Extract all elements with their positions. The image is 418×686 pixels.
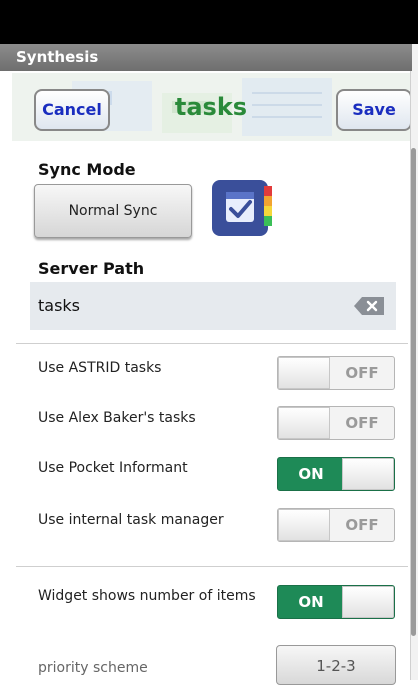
toggle-astrid-tasks[interactable]: OFF xyxy=(277,356,395,390)
priority-scheme-button[interactable]: 1-2-3 xyxy=(276,645,396,685)
toggle-state-text: OFF xyxy=(345,364,379,382)
option-label-astrid: Use ASTRID tasks xyxy=(38,360,162,376)
divider xyxy=(16,566,408,567)
calendar-check-icon[interactable] xyxy=(212,178,274,238)
clear-text-icon[interactable] xyxy=(354,297,384,315)
divider xyxy=(16,343,408,344)
app-title-bar: Synthesis xyxy=(0,44,412,71)
status-bar xyxy=(0,0,418,44)
toggle-state-text: OFF xyxy=(345,414,379,432)
option-label-pocket-informant: Use Pocket Informant xyxy=(38,460,188,476)
toggle-knob xyxy=(342,586,394,618)
server-path-value: tasks xyxy=(38,296,81,315)
sync-mode-button[interactable]: Normal Sync xyxy=(34,184,192,238)
app-title: Synthesis xyxy=(16,48,99,66)
server-path-label: Server Path xyxy=(38,259,145,278)
toggle-pocket-informant[interactable]: ON xyxy=(277,457,395,491)
priority-scheme-label: priority scheme xyxy=(38,660,148,676)
toggle-knob xyxy=(278,357,330,389)
toggle-internal-task-manager[interactable]: OFF xyxy=(277,508,395,542)
toggle-state-text: ON xyxy=(298,593,324,611)
toggle-knob xyxy=(278,407,330,439)
toggle-knob xyxy=(342,458,394,490)
option-label-internal-manager: Use internal task manager xyxy=(38,512,224,528)
toggle-knob xyxy=(278,509,330,541)
toggle-alex-baker-tasks[interactable]: OFF xyxy=(277,406,395,440)
option-label-alex-baker: Use Alex Baker's tasks xyxy=(38,410,196,426)
widget-count-label: Widget shows number of items xyxy=(38,588,256,604)
sync-mode-label: Sync Mode xyxy=(38,160,136,179)
header-bar: Cancel tasks Save xyxy=(12,73,410,141)
toggle-state-text: ON xyxy=(298,465,324,483)
toggle-widget-count[interactable]: ON xyxy=(277,585,395,619)
toggle-state-text: OFF xyxy=(345,516,379,534)
save-button[interactable]: Save xyxy=(336,89,410,131)
scrollbar[interactable] xyxy=(411,148,416,636)
server-path-input[interactable]: tasks xyxy=(30,282,396,330)
